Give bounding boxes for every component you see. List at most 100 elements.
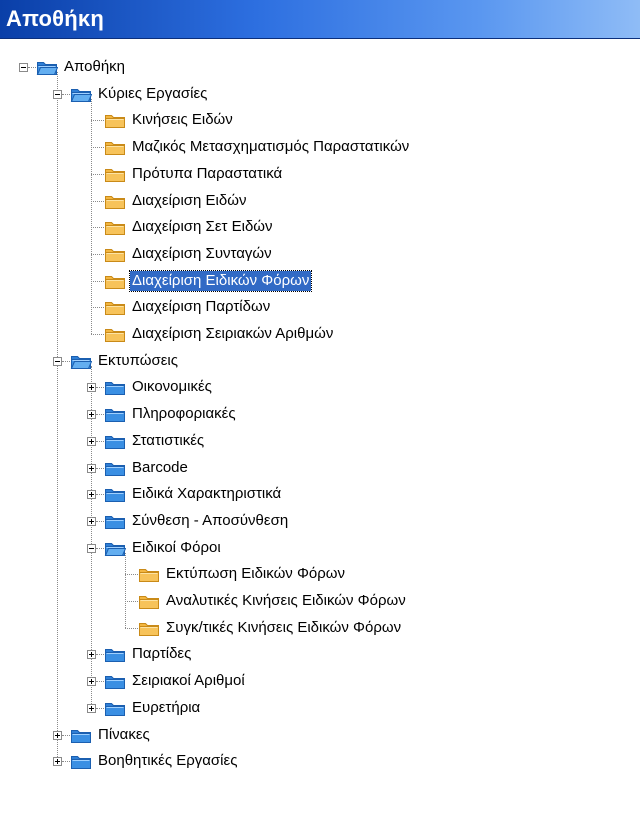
tree-connector-line (96, 441, 104, 442)
tree-item-label: Διαχείριση Σετ Ειδών (132, 218, 273, 235)
tree-item-label: Εκτυπώσεις (98, 352, 178, 369)
tree-item-20[interactable]: Αναλυτικές Κινήσεις Ειδικών Φόρων (138, 588, 618, 614)
expand-plus-icon[interactable] (53, 731, 62, 740)
expand-plus-icon[interactable] (87, 517, 96, 526)
tree-item-21[interactable]: Συγκ/τικές Κινήσεις Ειδικών Φόρων (138, 615, 618, 641)
tree-item-12[interactable]: Οικονομικές (104, 374, 584, 400)
folder-yellow-icon (138, 565, 160, 583)
tree-connector-line (96, 708, 104, 709)
tree-item-6[interactable]: Διαχείριση Σετ Ειδών (104, 214, 584, 240)
tree-connector-line (125, 552, 126, 628)
tree-connector-line (125, 601, 138, 602)
tree-item-5[interactable]: Διαχείριση Ειδών (104, 188, 584, 214)
expand-plus-icon[interactable] (53, 757, 62, 766)
tree-item-16[interactable]: Ειδικά Χαρακτηριστικά (104, 481, 584, 507)
expand-plus-icon[interactable] (87, 410, 96, 419)
folder-yellow-icon (104, 165, 126, 183)
tree-item-17[interactable]: Σύνθεση - Αποσύνθεση (104, 508, 584, 534)
folder-yellow-icon (104, 192, 126, 210)
tree-connector-line (91, 201, 104, 202)
tree-connector-line (96, 681, 104, 682)
expand-plus-icon[interactable] (87, 704, 96, 713)
tree-item-0[interactable]: Αποθήκη (36, 54, 516, 80)
folder-blue-icon (104, 512, 126, 530)
folder-blue-open-icon (70, 352, 93, 370)
tree-item-label: Αποθήκη (64, 58, 126, 75)
tree-item-label: Σειριακοί Αριθμοί (132, 672, 245, 689)
tree-connector-line (28, 67, 36, 68)
tree-item-9[interactable]: Διαχείριση Παρτίδων (104, 294, 584, 320)
tree-item-label: Barcode (132, 459, 188, 476)
tree-item-label: Μαζικός Μετασχηματισμός Παραστατικών (132, 138, 410, 155)
tree-item-label: Πληροφοριακές (132, 405, 236, 422)
tree-item-18[interactable]: Ειδικοί Φόροι (104, 535, 584, 561)
tree-connector-line (62, 361, 70, 362)
tree-item-8[interactable]: Διαχείριση Ειδικών Φόρων (104, 268, 584, 294)
tree-connector-line (91, 98, 92, 334)
folder-blue-icon (104, 645, 126, 663)
tree-item-19[interactable]: Εκτύπωση Ειδικών Φόρων (138, 561, 618, 587)
tree-item-label: Πίνακες (98, 726, 150, 743)
tree-item-25[interactable]: Πίνακες (70, 722, 550, 748)
expand-plus-icon[interactable] (87, 437, 96, 446)
folder-blue-open-icon (70, 85, 93, 103)
tree-item-1[interactable]: Κύριες Εργασίες (70, 81, 550, 107)
tree-connector-line (91, 254, 104, 255)
title-bar: Αποθήκη (0, 0, 640, 39)
window-title: Αποθήκη (6, 6, 104, 31)
tree-item-label: Ευρετήρια (132, 699, 201, 716)
tree-connector-line (91, 227, 104, 228)
tree-item-24[interactable]: Ευρετήρια (104, 695, 584, 721)
tree-item-2[interactable]: Κινήσεις Ειδών (104, 107, 584, 133)
collapse-minus-icon[interactable] (19, 63, 28, 72)
tree-connector-line (96, 521, 104, 522)
tree-item-4[interactable]: Πρότυπα Παραστατικά (104, 161, 584, 187)
tree-item-label: Κύριες Εργασίες (98, 85, 208, 102)
tree-item-13[interactable]: Πληροφοριακές (104, 401, 584, 427)
tree-item-3[interactable]: Μαζικός Μετασχηματισμός Παραστατικών (104, 134, 584, 160)
folder-blue-icon (70, 726, 92, 744)
folder-yellow-icon (104, 272, 126, 290)
tree-connector-line (91, 120, 104, 121)
tree-connector-line (62, 761, 70, 762)
tree-item-26[interactable]: Βοηθητικές Εργασίες (70, 748, 550, 774)
expand-plus-icon[interactable] (87, 650, 96, 659)
collapse-minus-icon[interactable] (53, 357, 62, 366)
tree-item-label: Ειδικά Χαρακτηριστικά (132, 485, 282, 502)
expand-plus-icon[interactable] (87, 490, 96, 499)
folder-blue-icon (104, 405, 126, 423)
folder-yellow-icon (104, 218, 126, 236)
tree-item-label: Συγκ/τικές Κινήσεις Ειδικών Φόρων (166, 619, 402, 636)
tree-item-label: Στατιστικές (132, 432, 205, 449)
tree-item-7[interactable]: Διαχείριση Συνταγών (104, 241, 584, 267)
tree-item-14[interactable]: Στατιστικές (104, 428, 584, 454)
folder-yellow-icon (104, 325, 126, 343)
tree-connector-line (96, 494, 104, 495)
tree-connector-line (91, 147, 104, 148)
folder-yellow-icon (104, 298, 126, 316)
tree-item-23[interactable]: Σειριακοί Αριθμοί (104, 668, 584, 694)
expand-plus-icon[interactable] (87, 677, 96, 686)
tree-item-label: Διαχείριση Ειδών (132, 192, 247, 209)
folder-yellow-icon (104, 245, 126, 263)
tree-connector-line (96, 468, 104, 469)
tree-item-label: Βοηθητικές Εργασίες (98, 752, 238, 769)
tree-item-10[interactable]: Διαχείριση Σειριακών Αριθμών (104, 321, 584, 347)
tree-connector-line (96, 654, 104, 655)
navigation-tree[interactable]: Αποθήκη Κύριες Εργασίες Κινήσεις Ειδών Μαζι… (0, 38, 640, 837)
tree-connector-line (91, 174, 104, 175)
tree-item-label: Σύνθεση - Αποσύνθεση (132, 512, 289, 529)
tree-item-22[interactable]: Παρτίδες (104, 641, 584, 667)
tree-connector-line (96, 387, 104, 388)
tree-connector-line (57, 72, 58, 762)
expand-plus-icon[interactable] (87, 383, 96, 392)
collapse-minus-icon[interactable] (53, 90, 62, 99)
tree-connector-line (96, 548, 104, 549)
tree-item-11[interactable]: Εκτυπώσεις (70, 348, 550, 374)
tree-item-15[interactable]: Barcode (104, 455, 584, 481)
folder-blue-icon (104, 432, 126, 450)
collapse-minus-icon[interactable] (87, 544, 96, 553)
expand-plus-icon[interactable] (87, 464, 96, 473)
folder-blue-icon (104, 459, 126, 477)
tree-item-label: Πρότυπα Παραστατικά (132, 165, 283, 182)
